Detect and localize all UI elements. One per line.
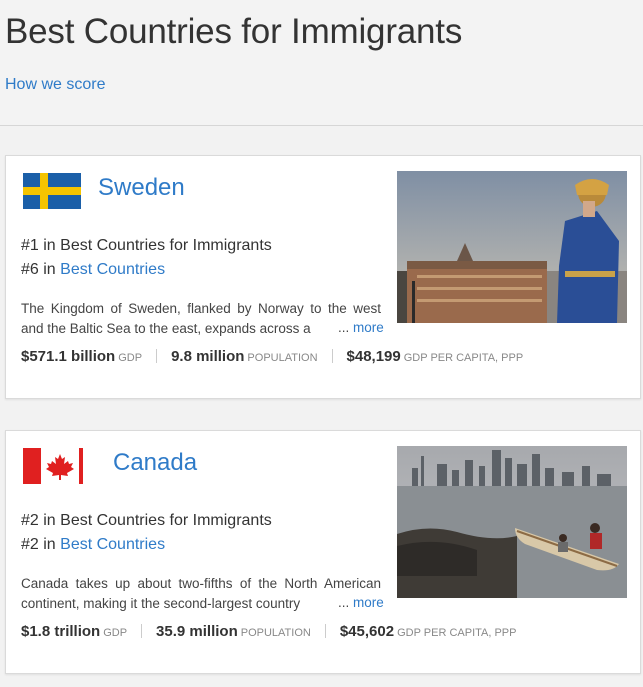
how-we-score-link[interactable]: How we score bbox=[5, 76, 105, 94]
more-link[interactable]: more bbox=[353, 595, 384, 610]
page-title: Best Countries for Immigrants bbox=[5, 12, 463, 51]
country-description: The Kingdom of Sweden, flanked by Norway… bbox=[21, 301, 381, 336]
rank-immigrants: #1 in Best Countries for Immigrants bbox=[21, 237, 272, 254]
more-control: ... more bbox=[336, 595, 384, 610]
canada-flag-icon[interactable] bbox=[21, 446, 83, 486]
country-card-sweden: Sweden #1 in Best Countries for Immigran… bbox=[5, 155, 641, 399]
stockholm-royal-guard-photo[interactable] bbox=[397, 171, 627, 323]
rank-overall-prefix: #6 in bbox=[21, 261, 61, 278]
country-description: Canada takes up about two-fifths of the … bbox=[21, 576, 381, 611]
best-countries-link[interactable]: Best Countries bbox=[60, 536, 165, 553]
population-label: POPULATION bbox=[247, 352, 318, 364]
toronto-canoe-photo[interactable] bbox=[397, 446, 627, 598]
population-value: 35.9 million bbox=[156, 623, 238, 640]
per-capita-label: GDP PER CAPITA, PPP bbox=[397, 627, 517, 639]
country-name-link[interactable]: Canada bbox=[113, 449, 197, 477]
rank-overall-prefix: #2 in bbox=[21, 536, 61, 553]
sweden-flag-icon[interactable] bbox=[21, 171, 83, 211]
gdp-label: GDP bbox=[118, 352, 143, 364]
stat-divider bbox=[324, 624, 326, 638]
gdp-value: $1.8 trillion bbox=[21, 623, 101, 640]
rank-overall: #2 in Best Countries bbox=[21, 536, 165, 554]
country-stats: $571.1 billion GDP 9.8 million POPULATION $4… bbox=[21, 348, 523, 365]
per-capita-value: $45,602 bbox=[339, 623, 395, 640]
best-countries-link[interactable]: Best Countries bbox=[60, 261, 165, 278]
stat-divider bbox=[331, 349, 333, 363]
population-label: POPULATION bbox=[240, 627, 311, 639]
stat-divider bbox=[141, 624, 143, 638]
rank-overall: #6 in Best Countries bbox=[21, 261, 165, 279]
gdp-value: $571.1 billion bbox=[21, 348, 116, 365]
country-card-canada: Canada #2 in Best Countries for Immigran… bbox=[5, 430, 641, 674]
per-capita-label: GDP PER CAPITA, PPP bbox=[403, 352, 524, 364]
more-ellipsis: ... bbox=[338, 320, 350, 335]
population-value: 9.8 million bbox=[171, 348, 245, 365]
page-header: Best Countries for Immigrants How we sco… bbox=[0, 0, 643, 126]
more-ellipsis: ... bbox=[338, 595, 350, 610]
gdp-label: GDP bbox=[103, 627, 128, 639]
country-name-link[interactable]: Sweden bbox=[98, 174, 185, 202]
per-capita-value: $48,199 bbox=[346, 348, 401, 365]
country-stats: $1.8 trillion GDP 35.9 million POPULATION $4… bbox=[21, 623, 516, 640]
more-link[interactable]: more bbox=[353, 320, 384, 335]
more-control: ... more bbox=[336, 320, 384, 335]
stat-divider bbox=[156, 349, 158, 363]
rank-immigrants: #2 in Best Countries for Immigrants bbox=[21, 512, 272, 529]
